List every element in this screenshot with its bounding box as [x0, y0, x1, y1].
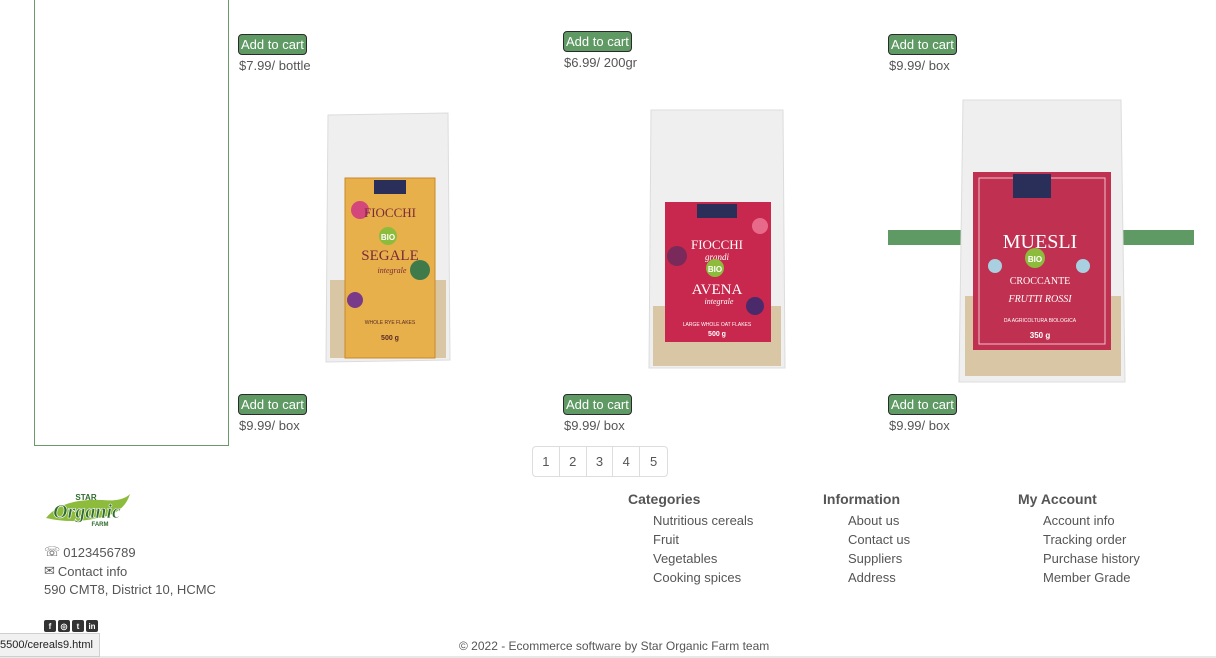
add-to-cart-button[interactable]: Add to cart	[238, 394, 307, 415]
add-to-cart-button[interactable]: Add to cart	[563, 394, 632, 415]
product-price: $6.99/ 200gr	[564, 55, 638, 70]
facebook-icon[interactable]: f	[44, 620, 56, 632]
svg-text:CROCCANTE: CROCCANTE	[1010, 276, 1071, 287]
twitter-icon[interactable]: t	[72, 620, 84, 632]
add-to-cart-button[interactable]: Add to cart	[563, 31, 632, 52]
add-to-cart-button[interactable]: Add to cart	[238, 34, 307, 55]
phone-number: 0123456789	[63, 544, 136, 560]
svg-text:350 g: 350 g	[1030, 331, 1051, 340]
svg-text:integrale: integrale	[705, 297, 734, 306]
footer-link[interactable]: Nutritious cereals	[653, 511, 753, 530]
add-to-cart-button[interactable]: Add to cart	[888, 34, 957, 55]
logo-organic-text: Organic	[53, 501, 121, 523]
star-organic-farm-logo[interactable]: STAR Organic FARM	[42, 488, 134, 532]
svg-text:FRUTTI ROSSI: FRUTTI ROSSI	[1007, 294, 1072, 305]
footer-link[interactable]: Account info	[1043, 511, 1140, 530]
decorative-bar	[1120, 230, 1194, 245]
page-link-2[interactable]: 2	[560, 447, 587, 476]
phone-line: ☏ 0123456789	[44, 544, 136, 560]
footer-link[interactable]: Address	[848, 568, 910, 587]
add-to-cart-button[interactable]: Add to cart	[888, 394, 957, 415]
svg-text:BIO: BIO	[708, 265, 722, 274]
svg-text:BIO: BIO	[1028, 255, 1042, 264]
footer-categories: Categories Nutritious cereals Fruit Vege…	[628, 491, 753, 587]
page-link-1[interactable]: 1	[533, 447, 560, 476]
product-image-avena[interactable]: FIOCCHI grandi BIO AVENA integrale LARGE…	[645, 106, 790, 371]
footer-link[interactable]: Tracking order	[1043, 530, 1140, 549]
svg-text:integrale: integrale	[378, 266, 407, 275]
browser-status-url: 5500/cereals9.html	[0, 633, 100, 657]
footer-link[interactable]: Vegetables	[653, 549, 753, 568]
contact-line[interactable]: ✉ Contact info	[44, 563, 127, 579]
address-line: 590 CMT8, District 10, HCMC	[44, 582, 216, 597]
footer-link[interactable]: Cooking spices	[653, 568, 753, 587]
pagination: 1 2 3 4 5	[532, 446, 668, 477]
footer-link[interactable]: Member Grade	[1043, 568, 1140, 587]
linkedin-icon[interactable]: in	[86, 620, 98, 632]
footer-link[interactable]: About us	[848, 511, 910, 530]
instagram-icon[interactable]: ◎	[58, 620, 70, 632]
contact-info-link[interactable]: Contact info	[58, 564, 127, 579]
svg-text:BIO: BIO	[381, 233, 395, 242]
svg-text:500 g: 500 g	[708, 331, 726, 338]
page-link-5[interactable]: 5	[640, 447, 667, 476]
svg-text:FIOCCHI: FIOCCHI	[691, 237, 743, 252]
svg-text:WHOLE RYE FLAKES: WHOLE RYE FLAKES	[365, 320, 416, 326]
footer-link[interactable]: Fruit	[653, 530, 753, 549]
page-link-3[interactable]: 3	[587, 447, 614, 476]
product-price: $9.99/ box	[889, 418, 950, 433]
product-price: $7.99/ bottle	[239, 58, 311, 73]
svg-text:AVENA: AVENA	[692, 282, 743, 298]
product-image-muesli[interactable]: MUESLI BIO CROCCANTE FRUTTI ROSSI DA AGR…	[955, 96, 1130, 386]
logo-farm-text: FARM	[92, 522, 109, 528]
footer-link[interactable]: Contact us	[848, 530, 910, 549]
page-link-4[interactable]: 4	[613, 447, 641, 476]
address-text: 590 CMT8, District 10, HCMC	[44, 582, 216, 597]
footer-information: Information About us Contact us Supplier…	[823, 491, 910, 587]
social-links: f ◎ t in	[44, 620, 98, 632]
mailbox-icon: ✉	[44, 563, 55, 578]
footer-link[interactable]: Suppliers	[848, 549, 910, 568]
product-price: $9.99/ box	[239, 418, 300, 433]
svg-text:SEGALE: SEGALE	[361, 248, 419, 264]
footer-column-title: Information	[823, 491, 900, 507]
svg-text:LARGE WHOLE OAT FLAKES: LARGE WHOLE OAT FLAKES	[683, 322, 752, 328]
copyright-text: © 2022 - Ecommerce software by Star Orga…	[459, 639, 770, 653]
svg-text:500 g: 500 g	[381, 335, 399, 342]
product-price: $9.99/ box	[564, 418, 625, 433]
footer-column-title: My Account	[1018, 491, 1097, 507]
svg-text:DA AGRICOLTURA BIOLOGICA: DA AGRICOLTURA BIOLOGICA	[1004, 318, 1077, 324]
phone-icon: ☏	[44, 544, 61, 559]
svg-text:FIOCCHI: FIOCCHI	[364, 205, 416, 220]
product-image-segale[interactable]: FIOCCHI BIO SEGALE integrale WHOLE RYE F…	[320, 110, 455, 365]
sidebar-panel	[34, 0, 229, 446]
product-price: $9.99/ box	[889, 58, 950, 73]
footer-column-title: Categories	[628, 491, 701, 507]
footer-link[interactable]: Purchase history	[1043, 549, 1140, 568]
footer-my-account: My Account Account info Tracking order P…	[1018, 491, 1140, 587]
